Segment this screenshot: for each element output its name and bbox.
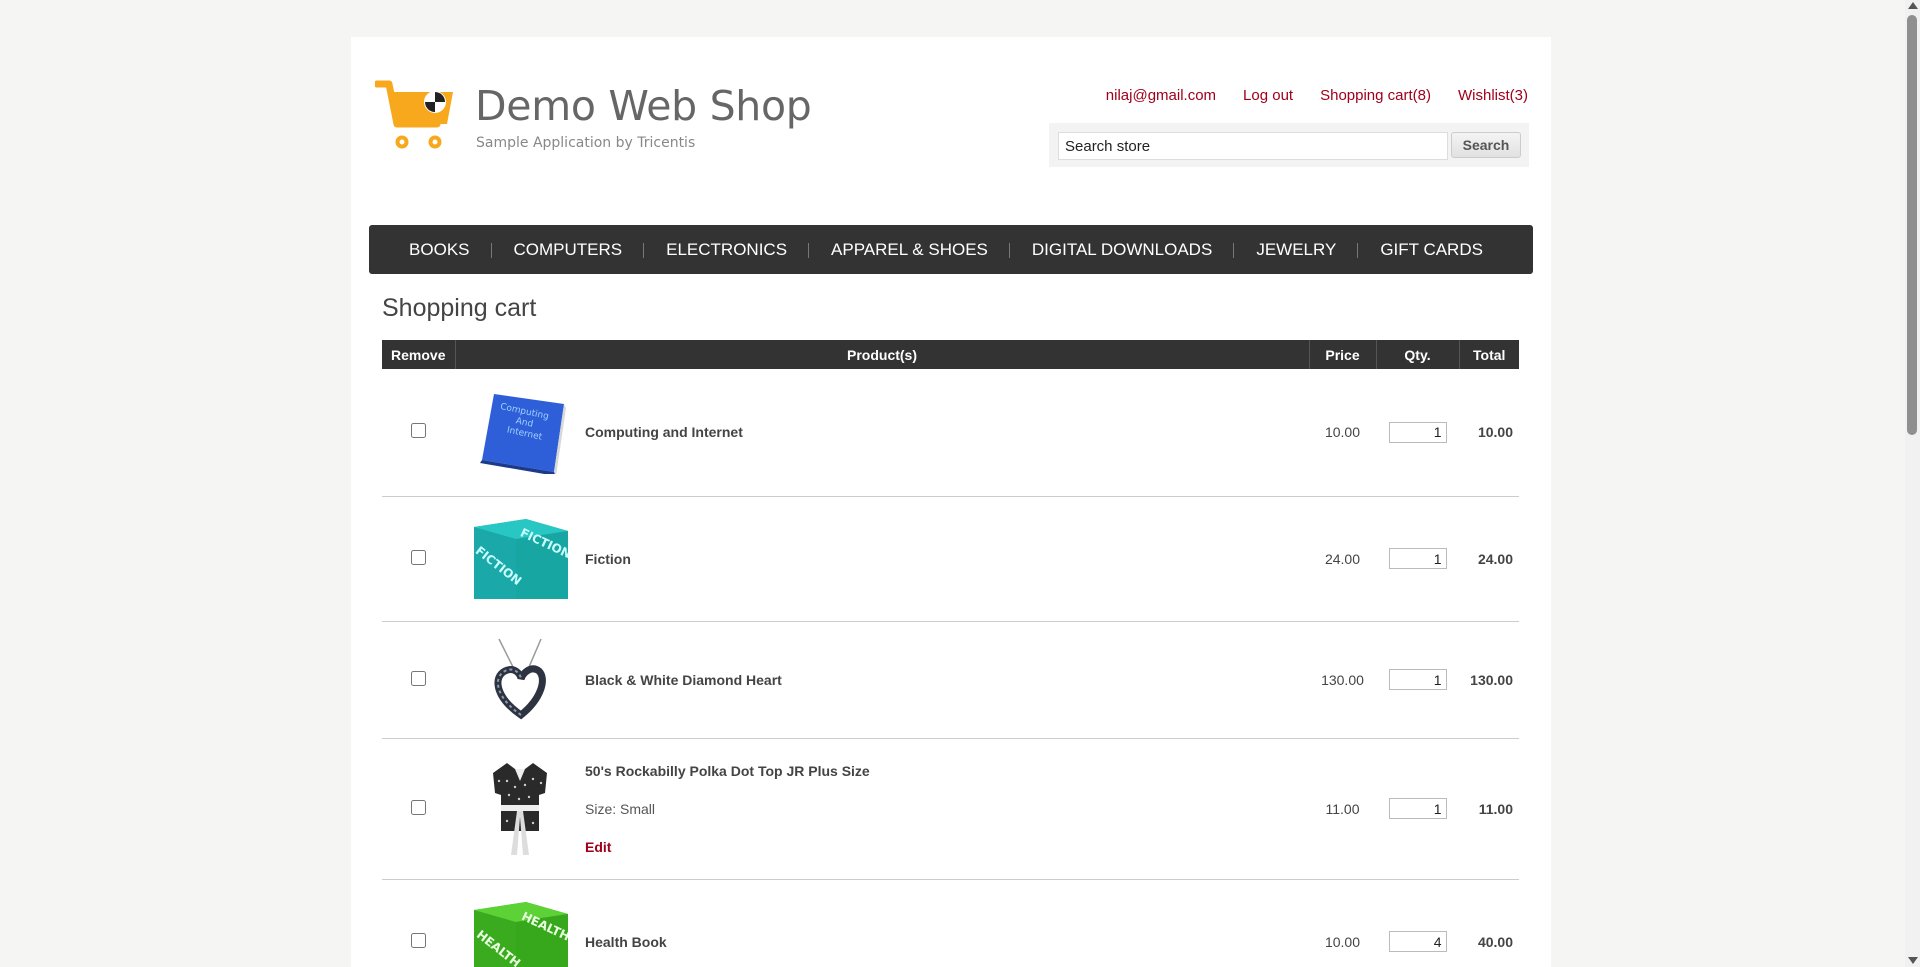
unit-price: 24.00 [1309, 496, 1376, 622]
cart-table: Remove Product(s) Price Qty. Total Compu… [382, 340, 1519, 967]
logout-link[interactable]: Log out [1243, 87, 1293, 104]
product-name-link[interactable]: Computing and Internet [585, 424, 743, 440]
header-remove: Remove [382, 340, 455, 369]
remove-checkbox[interactable] [411, 799, 426, 815]
quantity-input[interactable] [1388, 421, 1447, 443]
unit-price: 130.00 [1309, 621, 1376, 739]
menu-item-computers[interactable]: COMPUTERS [492, 240, 645, 260]
menu-item-electronics[interactable]: ELECTRONICS [644, 240, 809, 260]
menu-item-gift-cards[interactable]: GIFT CARDS [1358, 240, 1505, 260]
menu-item-digital-downloads[interactable]: DIGITAL DOWNLOADS [1010, 240, 1235, 260]
scroll-down-arrow-icon[interactable] [1908, 957, 1918, 964]
cart-row: FICTION FICTION Fiction 24.00 24.00 [382, 496, 1519, 622]
product-thumbnail[interactable]: FICTION FICTION [472, 516, 568, 602]
menu-item-books[interactable]: BOOKS [387, 240, 492, 260]
site-logo[interactable]: Demo Web Shop Sample Application by Tric… [375, 80, 812, 155]
brand-subtitle: Sample Application by Tricentis [476, 135, 696, 151]
quantity-input[interactable] [1388, 669, 1447, 690]
account-link[interactable]: nilaj@gmail.com [1106, 87, 1216, 104]
health-book-icon: HEALTH HEALTH [474, 901, 568, 967]
header-products: Product(s) [454, 340, 1309, 369]
product-thumbnail[interactable] [472, 762, 568, 855]
row-total: 10.00 [1459, 369, 1519, 497]
unit-price: 11.00 [1309, 738, 1376, 880]
polka-top-icon [493, 762, 547, 855]
header-links: nilaj@gmail.com Log out Shopping cart(8)… [1106, 87, 1528, 104]
fiction-book-icon: FICTION FICTION [473, 518, 568, 599]
page-container: Demo Web Shop Sample Application by Tric… [351, 37, 1551, 967]
scroll-up-arrow-icon[interactable] [1908, 2, 1918, 9]
product-thumbnail[interactable]: Computing And Internet [472, 389, 568, 475]
shopping-cart-link[interactable]: Shopping cart(8) [1320, 87, 1431, 104]
product-thumbnail[interactable] [472, 637, 568, 723]
remove-checkbox[interactable] [411, 423, 426, 439]
computing-book-icon: Computing And Internet [480, 394, 566, 475]
cart-table-header: Remove Product(s) Price Qty. Total [382, 340, 1519, 369]
search-box: Search [1049, 123, 1529, 167]
row-total: 24.00 [1459, 496, 1519, 622]
search-input[interactable] [1058, 132, 1448, 160]
product-name-link[interactable]: 50's Rockabilly Polka Dot Top JR Plus Si… [585, 763, 870, 779]
cart-row: HEALTH HEALTH Health Book 10.00 40.00 [382, 879, 1519, 967]
cart-row: Black & White Diamond Heart 130.00 130.0… [382, 621, 1519, 739]
cart-row: 50's Rockabilly Polka Dot Top JR Plus Si… [382, 738, 1519, 880]
remove-checkbox[interactable] [411, 932, 426, 948]
wishlist-link[interactable]: Wishlist(3) [1458, 87, 1528, 104]
menu-item-jewelry[interactable]: JEWELRY [1234, 240, 1359, 260]
product-attribute: Size: Small [585, 800, 656, 817]
row-total: 130.00 [1459, 621, 1519, 739]
product-name-link[interactable]: Fiction [585, 551, 631, 567]
scrollbar-thumb[interactable] [1907, 15, 1917, 435]
top-menu: BOOKS COMPUTERS ELECTRONICS APPAREL & SH… [369, 225, 1533, 274]
quantity-input[interactable] [1388, 548, 1447, 569]
cart-row: Computing And Internet Computing and Int… [382, 369, 1519, 497]
quantity-input[interactable] [1388, 798, 1447, 819]
page-title: Shopping cart [382, 294, 537, 322]
menu-item-apparel-shoes[interactable]: APPAREL & SHOES [809, 240, 1010, 260]
shopping-cart-logo-icon [375, 80, 453, 149]
row-total: 11.00 [1459, 738, 1519, 880]
unit-price: 10.00 [1309, 369, 1376, 497]
remove-checkbox[interactable] [411, 549, 426, 565]
header-total: Total [1458, 340, 1519, 369]
page-scrollbar[interactable] [1905, 0, 1920, 967]
quantity-input[interactable] [1388, 931, 1447, 952]
product-name-link[interactable]: Health Book [585, 934, 667, 950]
brand-title: Demo Web Shop [475, 82, 812, 130]
heart-pendant-icon [494, 638, 546, 719]
unit-price: 10.00 [1309, 879, 1376, 967]
remove-checkbox[interactable] [411, 670, 426, 686]
search-button[interactable]: Search [1451, 132, 1521, 158]
product-name-link[interactable]: Black & White Diamond Heart [585, 672, 782, 688]
edit-link[interactable]: Edit [585, 839, 611, 855]
product-thumbnail[interactable]: HEALTH HEALTH [472, 899, 568, 967]
row-total: 40.00 [1459, 879, 1519, 967]
header-price: Price [1308, 340, 1376, 369]
header-qty: Qty. [1375, 340, 1459, 369]
